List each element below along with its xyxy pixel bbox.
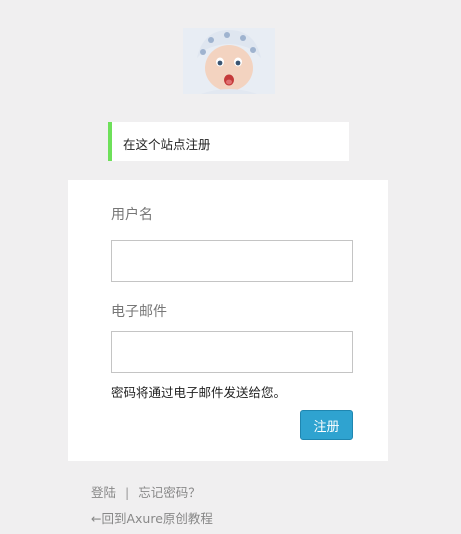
login-link[interactable]: 登陆 bbox=[91, 485, 116, 500]
register-notice: 在这个站点注册 bbox=[108, 122, 349, 161]
email-field-box bbox=[111, 331, 353, 373]
link-separator: | bbox=[125, 485, 130, 500]
password-hint: 密码将通过电子邮件发送给您。 bbox=[111, 385, 287, 400]
username-input[interactable] bbox=[112, 241, 352, 281]
notice-text: 在这个站点注册 bbox=[123, 137, 211, 152]
back-to-site-link[interactable]: ←回到Axure原创教程 bbox=[91, 511, 213, 526]
register-form: 用户名 电子邮件 密码将通过电子邮件发送给您。 注册 bbox=[68, 180, 388, 461]
site-logo-avatar bbox=[183, 28, 275, 94]
register-button[interactable]: 注册 bbox=[300, 410, 353, 440]
footer-links: 登陆 | 忘记密码？ bbox=[91, 482, 201, 501]
username-label: 用户名 bbox=[111, 207, 153, 223]
email-label: 电子邮件 bbox=[111, 304, 167, 320]
back-to-site: ←回到Axure原创教程 bbox=[91, 508, 213, 527]
email-input[interactable] bbox=[112, 332, 352, 372]
forgot-password-link[interactable]: 忘记密码？ bbox=[138, 485, 201, 500]
baby-photo-avatar-icon bbox=[183, 28, 275, 94]
username-field-box bbox=[111, 240, 353, 282]
